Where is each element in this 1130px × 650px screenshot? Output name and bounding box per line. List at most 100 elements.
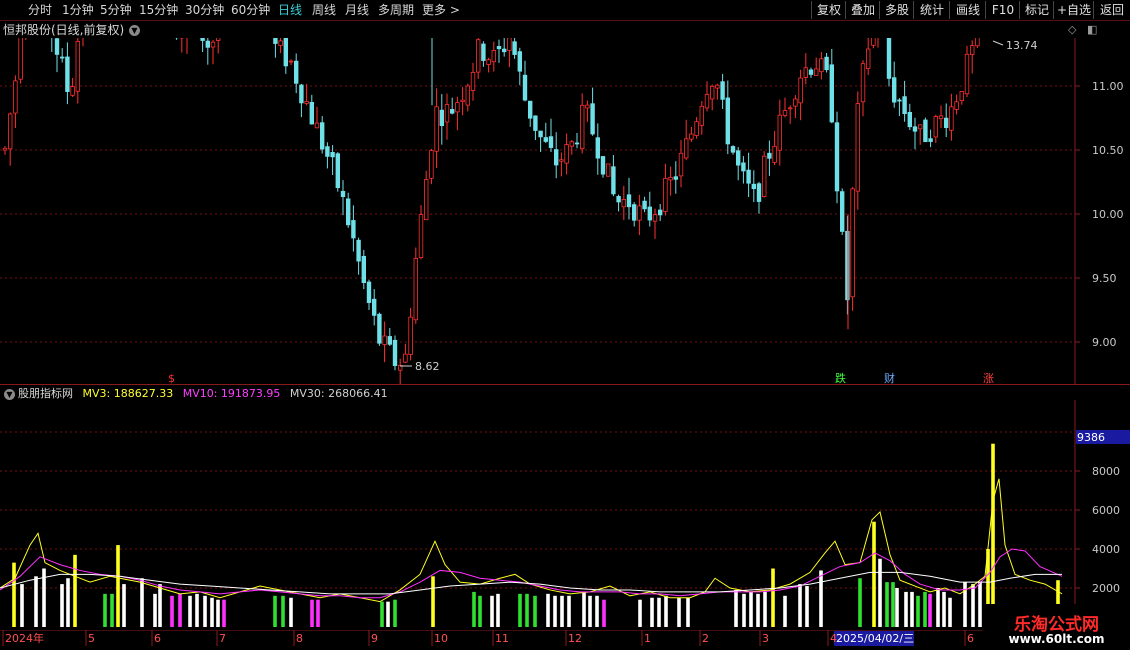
indicator-name[interactable]: 股朋指标网: [18, 387, 73, 400]
draw-line-button[interactable]: 画线: [949, 1, 986, 19]
candle-down: [808, 69, 814, 75]
date-tick-label: 12: [568, 632, 582, 645]
signal-marker-dollar: $: [168, 372, 175, 384]
diamond-icon[interactable]: ◇: [1068, 23, 1076, 36]
candle-up: [403, 353, 408, 363]
volume-bar: [210, 597, 214, 627]
adjust-button[interactable]: 复权: [811, 1, 846, 19]
candle-up: [798, 77, 803, 104]
statistics-button[interactable]: 统计: [913, 1, 950, 19]
volume-bar: [582, 591, 586, 627]
tab-1min[interactable]: 1分钟: [62, 2, 94, 18]
mark-button[interactable]: 标记: [1019, 1, 1054, 19]
candle-down: [371, 298, 377, 316]
multi-stock-button[interactable]: 多股: [879, 1, 914, 19]
candle-down: [543, 137, 548, 142]
candle-down: [366, 281, 372, 303]
candle-down: [554, 149, 559, 166]
volume-bar: [281, 595, 285, 627]
indicator-menu-icon[interactable]: ▼: [4, 389, 15, 400]
tab-daily[interactable]: 日线: [278, 2, 302, 18]
volume-bar: [878, 558, 882, 627]
candle-up: [933, 116, 938, 138]
tab-5min[interactable]: 5分钟: [100, 2, 132, 18]
volume-bar: [664, 595, 668, 627]
tab-fenshi[interactable]: 分时: [28, 2, 52, 18]
volume-tick-label: 6000: [1092, 504, 1120, 517]
candle-up: [580, 104, 585, 150]
candle-up: [7, 113, 13, 150]
candle-up: [975, 38, 980, 47]
candle-up: [408, 316, 413, 355]
volume-indicator-chart[interactable]: 8000 6000 4000 2000 9386: [0, 400, 1130, 630]
tab-60min[interactable]: 60分钟: [231, 2, 270, 18]
candle-up: [434, 106, 439, 152]
candle-up: [413, 258, 418, 321]
candle-down: [834, 122, 840, 192]
candle-up: [803, 67, 808, 78]
volume-bar: [805, 586, 809, 627]
candle-up: [788, 107, 793, 110]
volume-bar: [657, 597, 661, 627]
candle-down: [501, 48, 507, 53]
candlestick-chart[interactable]: 13.5013.0012.5012.0011.5011.0010.5010.00…: [0, 38, 1130, 384]
candle-up: [668, 176, 673, 181]
candle-up: [663, 177, 668, 212]
candle-up: [850, 188, 855, 298]
candle-down: [335, 153, 340, 189]
candle-up: [585, 104, 590, 109]
back-button[interactable]: 返回: [1093, 1, 1130, 19]
candle-down: [283, 38, 288, 67]
tab-15min[interactable]: 15分钟: [139, 2, 178, 18]
date-tick-label: 4: [830, 632, 837, 645]
volume-bar: [677, 597, 681, 627]
volume-bar: [991, 443, 995, 627]
volume-bar: [153, 593, 157, 627]
candle-down: [293, 60, 299, 84]
candle-up: [918, 124, 923, 130]
volume-bar: [602, 599, 606, 627]
volume-bar: [948, 597, 952, 627]
candle-up: [418, 214, 424, 258]
volume-bar: [380, 601, 384, 627]
candle-down: [767, 152, 772, 159]
candle-up: [871, 38, 876, 46]
candle-up: [278, 40, 283, 46]
volume-bar: [971, 584, 975, 627]
price-tick-label: 11.00: [1092, 80, 1124, 93]
tab-multi-period[interactable]: 多周期: [378, 2, 414, 18]
candle-down: [741, 162, 746, 172]
volume-bar: [103, 593, 107, 627]
candle-down: [356, 239, 361, 262]
tab-30min[interactable]: 30分钟: [185, 2, 224, 18]
candle-up: [855, 103, 860, 192]
volume-bar: [66, 578, 70, 627]
candle-down: [912, 126, 918, 132]
candle-down: [658, 209, 663, 216]
tab-weekly[interactable]: 周线: [312, 2, 336, 18]
tab-more[interactable]: 更多 >: [422, 2, 460, 18]
high-price-label: 13.74: [1006, 39, 1038, 52]
volume-bar: [560, 595, 564, 627]
volume-bar: [742, 593, 746, 627]
candle-down: [944, 117, 949, 129]
candle-up: [715, 84, 720, 89]
add-favorite-button[interactable]: +自选: [1053, 1, 1094, 19]
volume-bar: [928, 593, 932, 627]
candle-up: [465, 85, 470, 106]
date-tick-label: 6: [154, 632, 161, 645]
volume-bar: [749, 591, 753, 627]
date-tick-label: 8: [296, 632, 303, 645]
tab-monthly[interactable]: 月线: [345, 2, 369, 18]
volume-bar: [525, 593, 529, 627]
chevron-down-icon[interactable]: ▼: [129, 25, 140, 36]
candle-up: [637, 205, 642, 221]
candle-down: [200, 38, 205, 41]
candle-up: [210, 41, 216, 48]
candle-down: [600, 156, 606, 175]
window-toggle-icon[interactable]: ◧: [1087, 23, 1097, 36]
candle-down: [902, 96, 907, 115]
f10-button[interactable]: F10: [985, 1, 1020, 19]
overlay-button[interactable]: 叠加: [845, 1, 880, 19]
candle-up: [694, 121, 699, 136]
